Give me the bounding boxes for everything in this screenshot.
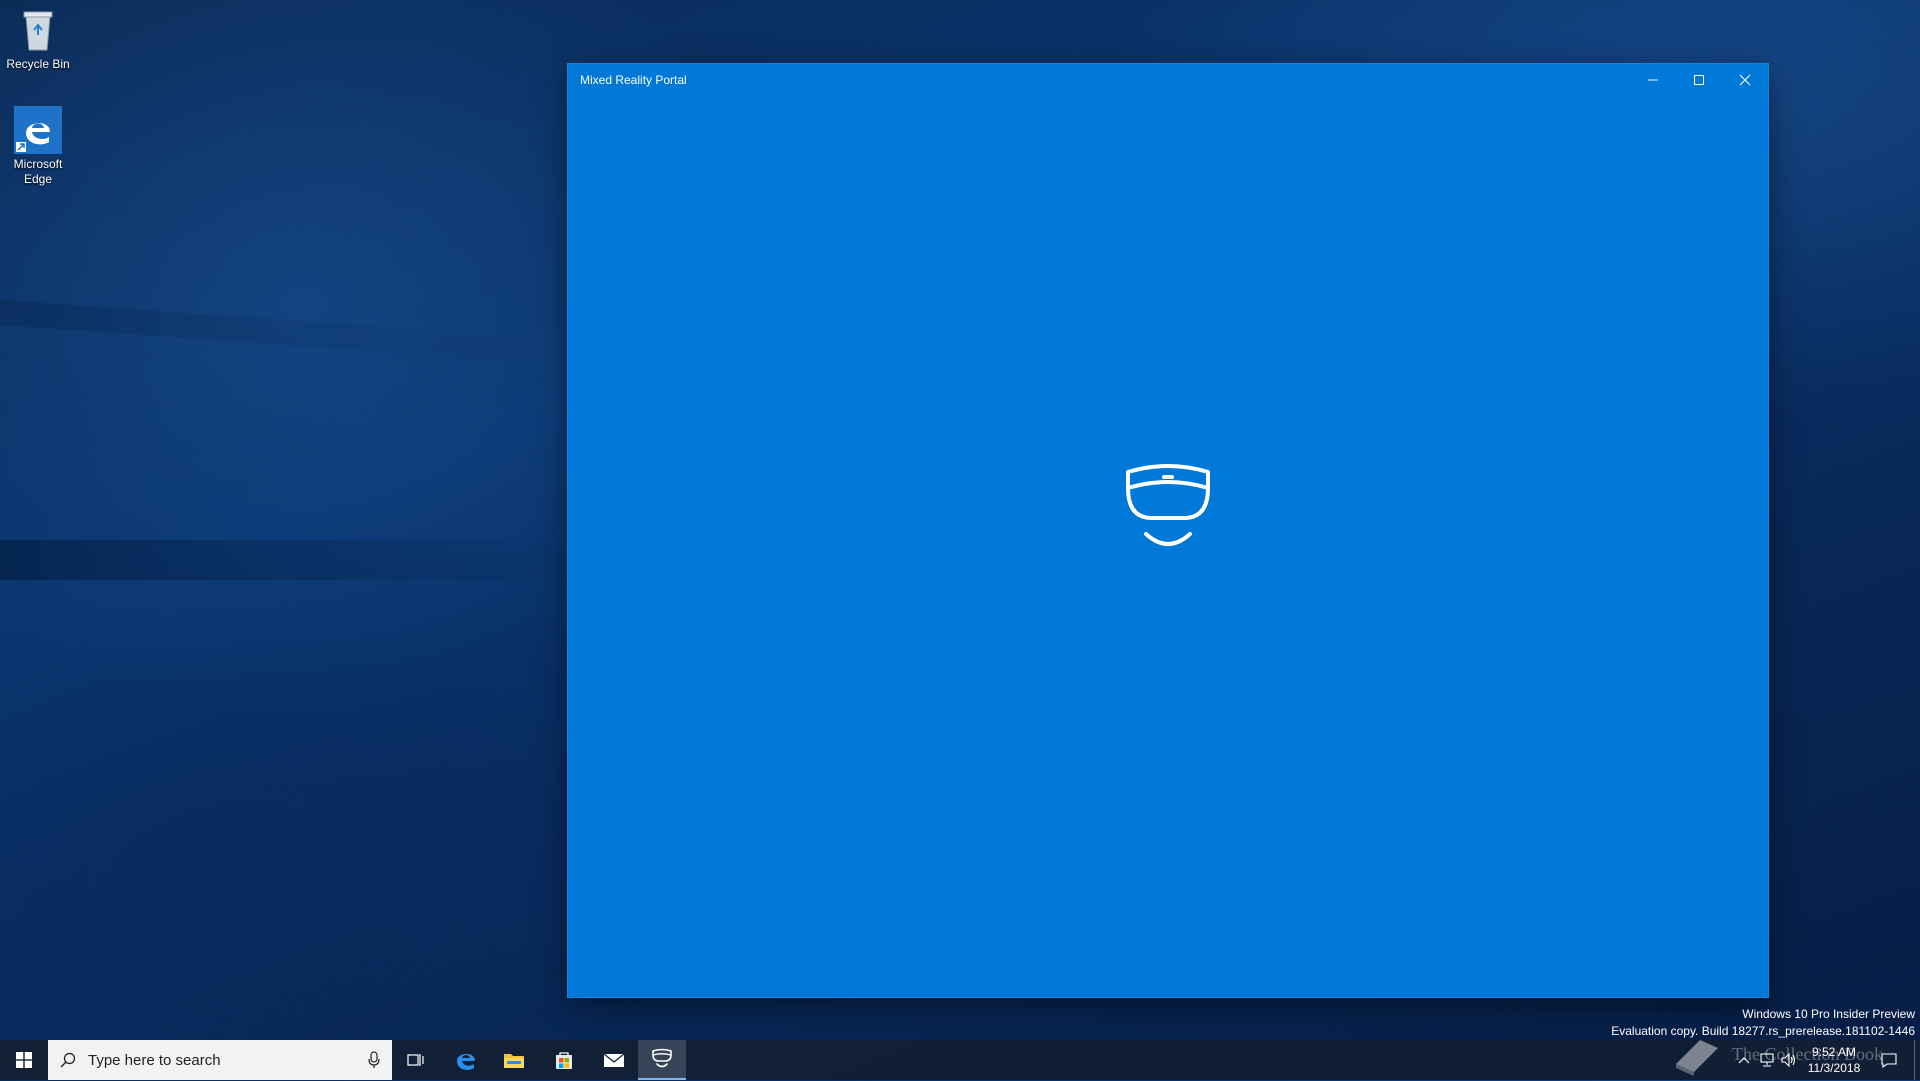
close-button[interactable] bbox=[1722, 64, 1768, 96]
edge-icon bbox=[457, 1053, 475, 1070]
window-title: Mixed Reality Portal bbox=[580, 73, 687, 87]
mail-icon bbox=[603, 1053, 625, 1067]
watermark-line-2: Evaluation copy. Build 18277.rs_prerelea… bbox=[1611, 1024, 1915, 1038]
close-icon bbox=[1739, 74, 1751, 86]
microphone-icon[interactable] bbox=[368, 1051, 380, 1069]
file-explorer-icon bbox=[504, 1054, 524, 1068]
store-icon bbox=[556, 1052, 572, 1069]
mixed-reality-portal-window[interactable]: Mixed Reality Portal bbox=[568, 64, 1768, 997]
windows-logo-icon bbox=[16, 1052, 32, 1068]
action-center-icon bbox=[1881, 1053, 1897, 1068]
desktop-icon-microsoft-edge[interactable]: Microsoft Edge bbox=[0, 106, 76, 187]
maximize-button[interactable] bbox=[1676, 64, 1722, 96]
desktop-icon-label: Microsoft Edge bbox=[13, 157, 63, 186]
taskbar-mixed-reality-portal-button[interactable] bbox=[638, 1040, 686, 1080]
minimize-button[interactable] bbox=[1630, 64, 1676, 96]
taskbar-edge-button[interactable] bbox=[442, 1040, 490, 1080]
wallpaper-beam bbox=[0, 300, 560, 365]
task-view-icon bbox=[407, 1054, 424, 1066]
evaluation-watermark: Windows 10 Pro Insider Preview Evaluatio… bbox=[1611, 1006, 1915, 1040]
desktop-icon-label: Recycle Bin bbox=[6, 57, 70, 71]
watermark-line-1: Windows 10 Pro Insider Preview bbox=[1742, 1007, 1915, 1021]
start-button[interactable] bbox=[0, 1040, 48, 1080]
taskbar-mail-button[interactable] bbox=[590, 1040, 638, 1080]
show-desktop-button[interactable] bbox=[1914, 1040, 1920, 1080]
taskbar-store-button[interactable] bbox=[540, 1040, 588, 1080]
overlay-watermark-text: The Collection Book bbox=[1732, 1044, 1883, 1064]
taskbar-search-box[interactable]: Type here to search bbox=[48, 1040, 392, 1080]
mixed-reality-portal-icon bbox=[652, 1048, 672, 1068]
recycle-bin-icon bbox=[14, 6, 62, 54]
task-view-button[interactable] bbox=[392, 1040, 440, 1080]
book-logo-icon bbox=[1670, 1034, 1722, 1081]
maximize-icon bbox=[1694, 75, 1704, 85]
mixed-reality-headset-icon bbox=[1114, 462, 1222, 567]
search-placeholder: Type here to search bbox=[88, 1051, 221, 1069]
edge-icon bbox=[14, 106, 62, 154]
search-icon bbox=[60, 1052, 76, 1068]
desktop-icon-recycle-bin[interactable]: Recycle Bin bbox=[0, 6, 76, 72]
taskbar-file-explorer-button[interactable] bbox=[490, 1040, 538, 1080]
minimize-icon bbox=[1648, 79, 1658, 81]
window-titlebar[interactable]: Mixed Reality Portal bbox=[568, 64, 1768, 96]
wallpaper-beam bbox=[0, 540, 580, 580]
taskbar: Type here to search 9:52 AM 11/3/2018 bbox=[0, 1040, 1920, 1080]
